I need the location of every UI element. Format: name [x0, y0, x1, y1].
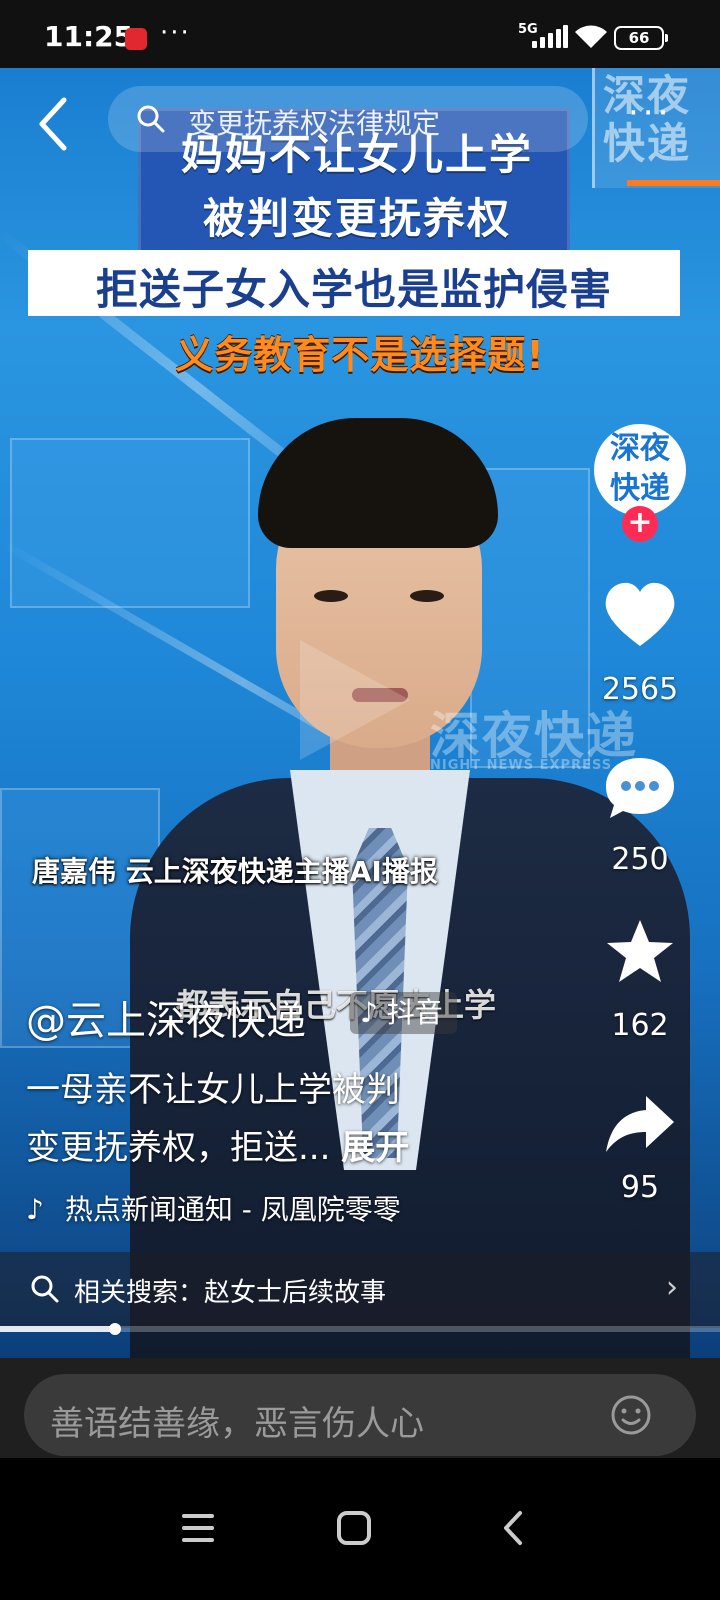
video-progress-bar[interactable]: [0, 1323, 720, 1335]
battery-level: 66: [628, 29, 650, 47]
chevron-right-icon: ›: [666, 1270, 678, 1305]
music-info[interactable]: ♪ 热点新闻通知 - 凤凰院零零: [26, 1188, 446, 1228]
share-icon[interactable]: [600, 1090, 680, 1160]
menu-icon[interactable]: [178, 1508, 218, 1548]
subheadline-text: 拒送子女入学也是监护侵害: [95, 265, 612, 314]
status-more-dots: ···: [160, 18, 191, 48]
follow-button[interactable]: +: [622, 506, 658, 542]
anchor-hair: [258, 418, 498, 548]
emoji-icon[interactable]: [610, 1394, 652, 1436]
video-player[interactable]: 深夜快递 妈妈不让女儿上学 被判变更抚养权 拒送子女入学也是监护侵害 义务教育不…: [0, 68, 720, 1358]
related-search-bar[interactable]: 相关搜索：赵女士后续故事 ›: [0, 1252, 720, 1328]
anchor-eye: [314, 590, 348, 602]
tagline: 义务教育不是选择题!: [175, 333, 545, 377]
avatar-text: 深夜快递: [610, 431, 670, 506]
signal-icon: [532, 24, 568, 48]
headline-line-2: 被判变更抚养权: [202, 194, 511, 243]
comment-icon[interactable]: [600, 754, 680, 824]
author-avatar[interactable]: 深夜快递: [594, 424, 686, 516]
like-count: 2565: [601, 672, 679, 707]
share-count: 95: [620, 1170, 660, 1205]
description-line-1: 一母亲不让女儿上学被判: [26, 1070, 400, 1110]
progress-fill: [0, 1326, 116, 1332]
related-search-text: 相关搜索：赵女士后续故事: [74, 1278, 387, 1308]
music-title: 热点新闻通知 - 凤凰院零零: [64, 1193, 401, 1226]
more-icon[interactable]: ···: [628, 96, 672, 130]
system-nav-bar: [0, 1458, 720, 1600]
description-text: 变更抚养权，拒送...: [26, 1128, 331, 1168]
anchor-name-caption: 唐嘉伟 云上深夜快递主播AI播报: [32, 855, 438, 888]
back-icon[interactable]: [36, 96, 70, 152]
favorite-count: 162: [611, 1008, 669, 1043]
description-line-2: 变更抚养权，拒送... 展开: [26, 1120, 409, 1169]
back-nav-icon[interactable]: [494, 1508, 534, 1548]
status-bar: 11:25 ··· 5G 66: [0, 0, 720, 68]
search-bar[interactable]: 变更抚养权法律规定: [108, 86, 588, 152]
search-icon: [31, 1275, 59, 1303]
home-icon[interactable]: [334, 1508, 374, 1548]
search-icon: [137, 105, 165, 133]
notification-app-icon: [125, 28, 147, 50]
wifi-icon: [575, 25, 607, 48]
author-name[interactable]: @云上深夜快递: [26, 988, 306, 1046]
platform-badge: ♪ 抖音: [350, 992, 457, 1034]
comment-count: 250: [611, 842, 669, 877]
video-watermark-sub: NIGHT NEWS EXPRESS: [430, 758, 613, 773]
channel-logo-bar: [627, 180, 720, 186]
comment-placeholder: 善语结善缘，恶言伤人心: [50, 1404, 424, 1444]
battery-icon: 66: [614, 26, 668, 50]
expand-link[interactable]: 展开: [341, 1128, 409, 1168]
music-icon: ♪: [26, 1193, 44, 1226]
star-icon[interactable]: [600, 918, 680, 988]
subheadline-banner: 拒送子女入学也是监护侵害: [28, 250, 680, 316]
status-time: 11:25: [44, 20, 134, 53]
progress-knob[interactable]: [109, 1323, 122, 1335]
comment-input[interactable]: 善语结善缘，恶言伤人心: [24, 1374, 696, 1456]
comment-bar: 善语结善缘，恶言伤人心: [0, 1358, 720, 1458]
heart-icon[interactable]: [600, 580, 680, 650]
anchor-eye: [410, 590, 444, 602]
search-query: 变更抚养权法律规定: [188, 107, 441, 140]
platform-badge-text: 抖音: [386, 996, 443, 1029]
